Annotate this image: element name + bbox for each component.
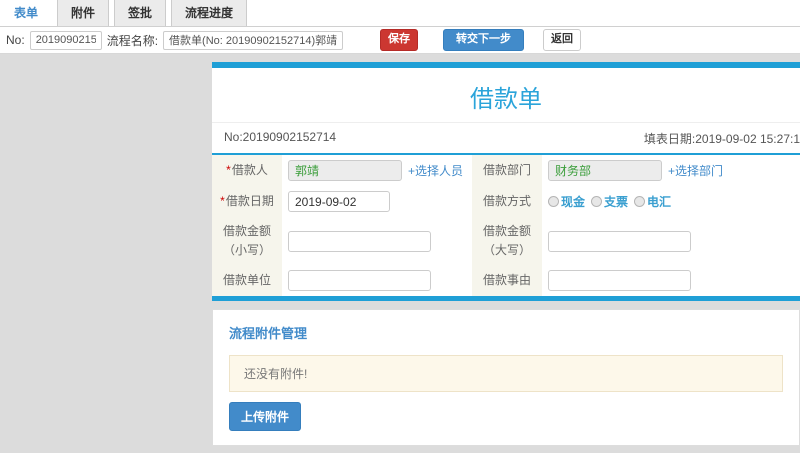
borrower-label: * 借款人 — [212, 155, 282, 186]
radio-cheque[interactable]: 支票 — [591, 193, 628, 210]
radio-wire[interactable]: 电汇 — [634, 193, 671, 210]
attachment-section-title: 流程附件管理 — [229, 326, 308, 342]
borrower-label-text: 借款人 — [231, 162, 268, 177]
borrow-date-label: * 借款日期 — [212, 186, 282, 217]
form-bottom-bar — [212, 296, 800, 302]
back-button[interactable]: 返回 — [543, 29, 582, 51]
save-button[interactable]: 保存 — [380, 29, 419, 51]
amount-lower-input[interactable] — [288, 230, 431, 252]
required-asterisk: * — [220, 193, 225, 208]
unit-label-text: 借款单位 — [222, 273, 271, 288]
borrow-date-input[interactable] — [288, 191, 390, 212]
amount-upper-label-text: 借款金额（大写） — [482, 224, 531, 258]
radio-wire-label: 电汇 — [647, 195, 672, 209]
tab-bar: 表单 附件 签批 流程进度 — [0, 0, 800, 27]
upload-attachment-button[interactable]: 上传附件 — [229, 402, 302, 432]
unit-label: 借款单位 — [212, 265, 282, 297]
amount-lower-label: 借款金额（小写） — [212, 217, 282, 266]
forward-next-step-button[interactable]: 转交下一步 — [443, 29, 525, 51]
no-label: No: — [6, 33, 25, 47]
form-title: 借款单 — [470, 86, 542, 113]
radio-cash-label: 现金 — [561, 195, 586, 209]
attachment-section: 流程附件管理 还没有附件! 上传附件 — [212, 309, 800, 447]
flow-name-input[interactable] — [163, 30, 344, 50]
no-attachment-alert: 还没有附件! — [229, 355, 783, 393]
tab-attachments[interactable]: 附件 — [57, 0, 110, 26]
method-label: 借款方式 — [472, 186, 542, 217]
pick-person-link[interactable]: +选择人员 — [408, 162, 463, 179]
tab-signoff[interactable]: 签批 — [114, 0, 167, 26]
no-input[interactable] — [29, 30, 102, 50]
amount-upper-input[interactable] — [548, 230, 691, 252]
payment-method-radio-group: 现金 支票 电汇 — [548, 193, 671, 210]
department-input[interactable] — [548, 160, 662, 181]
department-label: 借款部门 — [472, 155, 542, 186]
radio-cheque-label: 支票 — [604, 195, 629, 209]
reason-label-text: 借款事由 — [482, 273, 531, 288]
tab-form[interactable]: 表单 — [0, 0, 53, 26]
method-label-text: 借款方式 — [482, 193, 531, 208]
form-no-text: No:20190902152714 — [224, 130, 337, 144]
department-label-text: 借款部门 — [482, 162, 531, 177]
radio-circle-icon — [634, 196, 646, 207]
loan-form-card: 借款单 No:20190902152714 填表日期:2019-09-02 15… — [212, 62, 800, 302]
tab-progress[interactable]: 流程进度 — [171, 0, 248, 26]
flow-name-label: 流程名称: — [106, 33, 159, 48]
radio-circle-icon — [591, 196, 603, 207]
form-date-text: 填表日期:2019-09-02 15:27:1 — [643, 132, 800, 146]
unit-input[interactable] — [288, 270, 431, 292]
borrow-date-label-text: 借款日期 — [225, 193, 274, 208]
toolbar: No: 流程名称: 保存 转交下一步 返回 — [0, 27, 800, 54]
content-area: 借款单 No:20190902152714 填表日期:2019-09-02 15… — [0, 54, 800, 453]
required-asterisk: * — [226, 162, 231, 177]
reason-label: 借款事由 — [472, 265, 542, 297]
form-grid: * 借款人 +选择人员 借款部门 +选择部门 * 借款日期 — [212, 155, 800, 297]
amount-lower-label-text: 借款金额（小写） — [222, 224, 271, 258]
radio-circle-icon — [548, 196, 559, 207]
form-meta-row: No:20190902152714 填表日期:2019-09-02 15:27:… — [212, 122, 800, 155]
pick-department-link[interactable]: +选择部门 — [668, 162, 723, 179]
radio-cash[interactable]: 现金 — [548, 193, 585, 210]
borrower-input[interactable] — [288, 160, 402, 181]
amount-upper-label: 借款金额（大写） — [472, 217, 542, 266]
reason-input[interactable] — [548, 270, 691, 292]
